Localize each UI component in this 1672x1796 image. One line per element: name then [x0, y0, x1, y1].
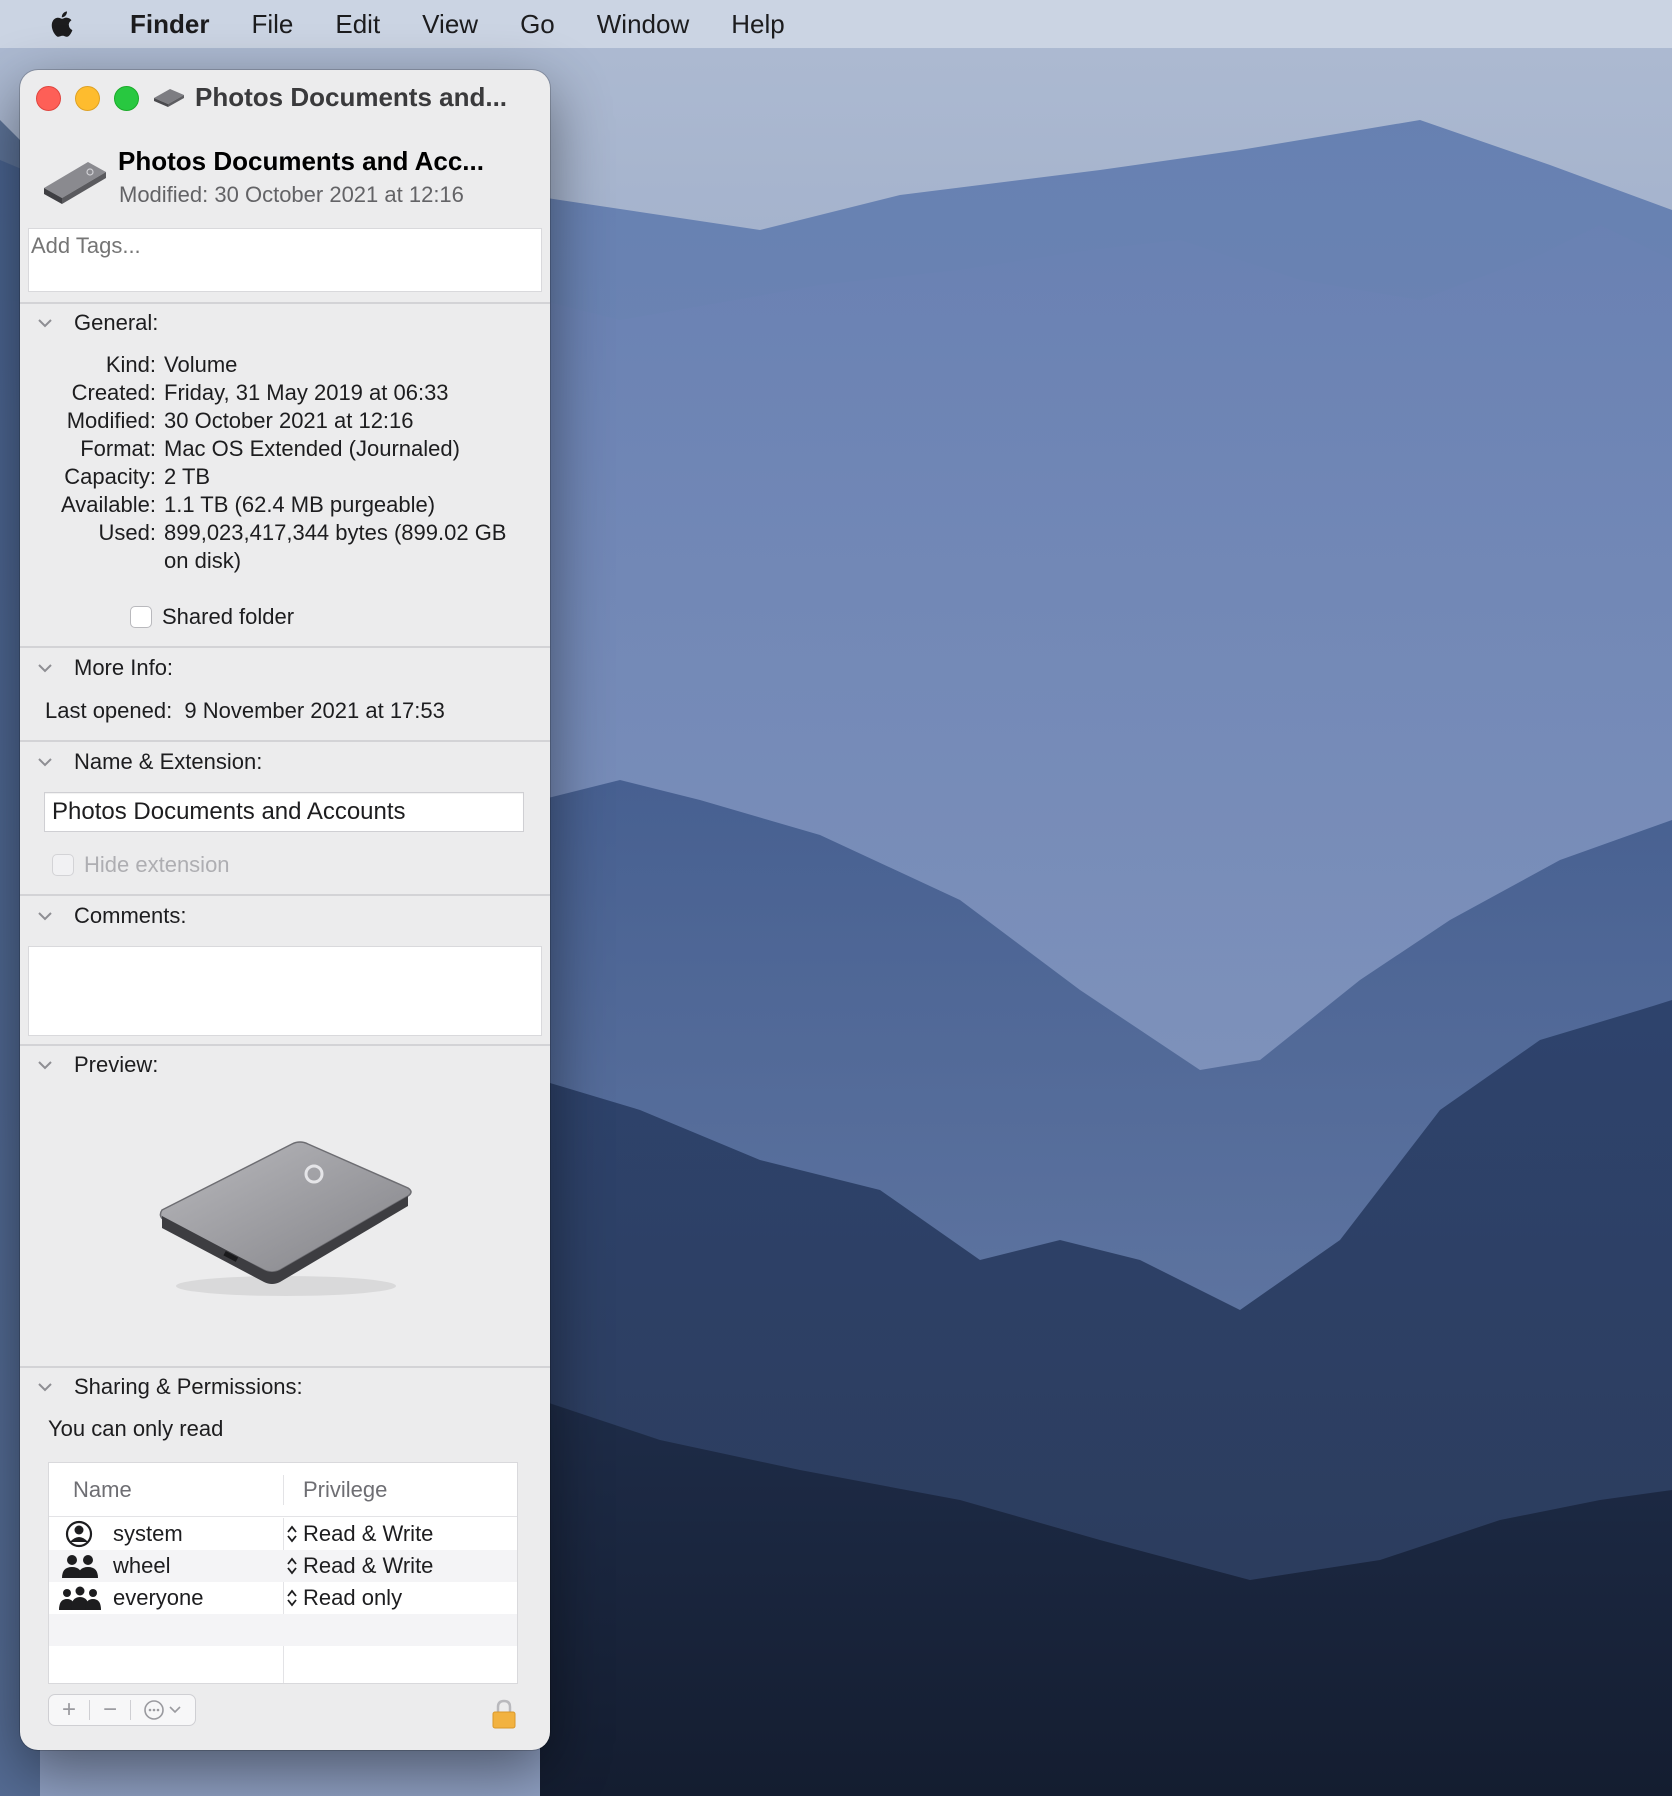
column-divider [283, 1475, 284, 1505]
section-divider [20, 1044, 550, 1046]
permissions-toolbar: + − [48, 1694, 196, 1726]
info-label: Modified: [66, 408, 156, 433]
column-header-name[interactable]: Name [73, 1477, 132, 1503]
table-row[interactable]: wheel Read & Write [49, 1550, 517, 1582]
chevron-down-icon [38, 912, 52, 921]
comments-field[interactable] [28, 946, 542, 1036]
section-preview-toggle[interactable]: Preview: [36, 1052, 158, 1078]
user-name: wheel [113, 1553, 171, 1578]
section-comments-toggle[interactable]: Comments: [36, 903, 186, 929]
info-value: Mac OS Extended (Journaled) [164, 436, 460, 461]
menu-view[interactable]: View [401, 0, 499, 48]
chevron-down-icon [38, 1383, 52, 1392]
info-value: 30 October 2021 at 12:16 [164, 408, 414, 433]
close-button[interactable] [36, 86, 61, 111]
section-general-heading: General: [74, 310, 159, 335]
section-divider [20, 646, 550, 648]
section-preview-heading: Preview: [74, 1052, 159, 1077]
lock-icon[interactable] [490, 1698, 518, 1730]
chevron-down-icon [38, 664, 52, 673]
privilege-select[interactable]: Read & Write [303, 1521, 433, 1547]
file-name-heading: Photos Documents and Acc... [118, 146, 484, 176]
info-label: Format: [80, 436, 156, 461]
info-value: Friday, 31 May 2019 at 06:33 [164, 380, 449, 405]
menu-app-finder[interactable]: Finder [114, 0, 230, 48]
info-label: Available: [61, 492, 156, 517]
drive-icon [44, 162, 106, 204]
zoom-button[interactable] [114, 86, 139, 111]
updown-arrows-icon[interactable] [285, 1554, 299, 1578]
section-sharing-toggle[interactable]: Sharing & Permissions: [36, 1374, 303, 1400]
table-row[interactable]: system Read & Write [49, 1518, 517, 1550]
section-more-info-heading: More Info: [74, 655, 174, 680]
user-name: everyone [113, 1585, 204, 1610]
menu-window[interactable]: Window [576, 0, 710, 48]
info-value: 2 TB [164, 464, 211, 489]
info-label: Used: [98, 520, 156, 545]
table-row[interactable]: everyone Read only [49, 1582, 517, 1614]
user-name: system [113, 1521, 183, 1546]
tags-field[interactable] [28, 228, 542, 292]
permissions-table: Name Privilege system Read & Write wheel [48, 1462, 518, 1684]
menu-go[interactable]: Go [499, 0, 576, 48]
last-opened-value: 9 November 2021 at 17:53 [184, 698, 445, 723]
hide-extension-checkbox[interactable] [52, 854, 74, 876]
section-divider [20, 302, 550, 304]
permission-status: You can only read [48, 1416, 224, 1441]
section-general-toggle[interactable]: General: [36, 310, 158, 336]
ellipsis-circle-icon [144, 1700, 181, 1720]
section-divider [20, 740, 550, 742]
action-menu-button[interactable] [131, 1695, 195, 1725]
section-more-info-toggle[interactable]: More Info: [36, 655, 173, 681]
section-divider [20, 1366, 550, 1368]
info-value: 1.1 TB (62.4 MB purgeable) [164, 492, 436, 517]
info-label: Kind: [105, 352, 156, 377]
single-user-icon [65, 1520, 93, 1548]
table-row-empty [49, 1646, 517, 1678]
chevron-down-icon [38, 1061, 52, 1070]
minimize-button[interactable] [75, 86, 100, 111]
hide-extension-label: Hide extension [84, 852, 230, 877]
last-opened-row: Last opened: 9 November 2021 at 17:53 [45, 698, 445, 724]
section-comments-heading: Comments: [74, 903, 187, 928]
add-user-button[interactable]: + [49, 1695, 89, 1725]
section-sharing-heading: Sharing & Permissions: [74, 1374, 303, 1399]
menu-help[interactable]: Help [710, 0, 805, 48]
table-row-empty [49, 1614, 517, 1646]
remove-user-button[interactable]: − [90, 1695, 130, 1725]
group-icon [62, 1555, 98, 1578]
info-window: Photos Documents and... Photos Documents… [20, 70, 550, 1750]
drive-preview-image [159, 1141, 412, 1296]
section-name-extension-toggle[interactable]: Name & Extension: [36, 749, 262, 775]
chevron-down-icon [38, 319, 52, 328]
updown-arrows-icon[interactable] [285, 1522, 299, 1546]
privilege-select[interactable]: Read only [303, 1585, 402, 1611]
last-opened-label: Last opened: [45, 698, 173, 723]
info-label: Capacity: [64, 464, 156, 489]
tags-input[interactable] [29, 229, 541, 263]
external-drive-icon [154, 89, 184, 107]
name-input[interactable] [45, 793, 523, 831]
info-value: 899,023,417,344 bytes (899.02 GB on disk… [164, 520, 507, 573]
name-field[interactable] [44, 792, 524, 832]
shared-folder-label: Shared folder [162, 604, 295, 629]
menu-file[interactable]: File [230, 0, 314, 48]
window-title: Photos Documents and... [195, 82, 508, 112]
window-titlebar[interactable]: Photos Documents and... [20, 70, 550, 126]
section-divider [20, 894, 550, 896]
menu-edit[interactable]: Edit [314, 0, 401, 48]
column-header-privilege[interactable]: Privilege [303, 1477, 387, 1503]
everyone-icon [59, 1586, 101, 1610]
file-modified-date: Modified: 30 October 2021 at 12:16 [119, 182, 464, 207]
info-value: Volume [164, 352, 238, 377]
apple-logo-icon[interactable] [42, 6, 82, 42]
section-name-extension-heading: Name & Extension: [74, 749, 263, 774]
info-label: Created: [71, 380, 156, 405]
shared-folder-checkbox[interactable] [130, 606, 152, 628]
updown-arrows-icon[interactable] [285, 1586, 299, 1610]
chevron-down-icon [38, 758, 52, 767]
menu-bar: Finder File Edit View Go Window Help [0, 0, 1672, 48]
comments-textarea[interactable] [29, 947, 541, 1035]
privilege-select[interactable]: Read & Write [303, 1553, 433, 1579]
